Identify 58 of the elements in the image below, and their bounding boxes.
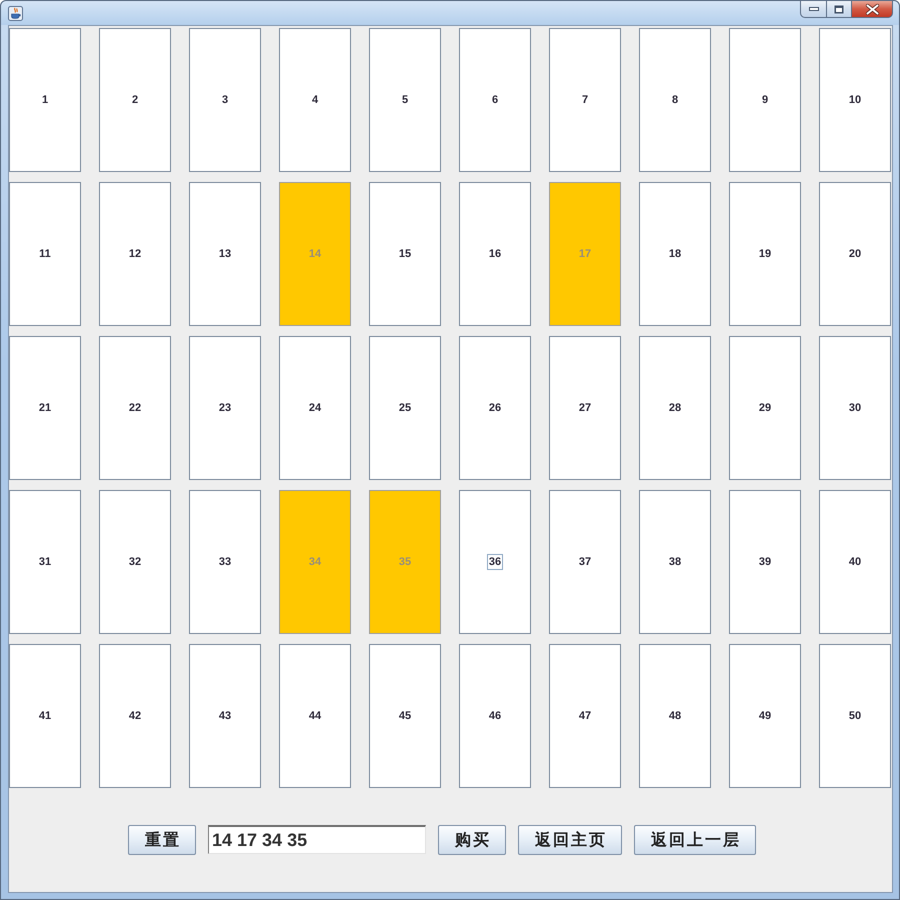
number-button[interactable]: 23 (189, 336, 261, 480)
number-button[interactable]: 3 (189, 28, 261, 172)
number-button[interactable]: 18 (639, 182, 711, 326)
number-button[interactable]: 37 (549, 490, 621, 634)
number-button[interactable]: 8 (639, 28, 711, 172)
number-button[interactable]: 1 (9, 28, 81, 172)
number-button[interactable]: 10 (819, 28, 891, 172)
number-button[interactable]: 24 (279, 336, 351, 480)
number-button[interactable]: 4 (279, 28, 351, 172)
number-button[interactable]: 28 (639, 336, 711, 480)
number-button[interactable]: 25 (369, 336, 441, 480)
number-button[interactable]: 46 (459, 644, 531, 788)
input-field[interactable]: 14 17 34 35 (208, 825, 426, 854)
number-button[interactable]: 13 (189, 182, 261, 326)
number-button[interactable]: 42 (99, 644, 171, 788)
number-button[interactable]: 31 (9, 490, 81, 634)
number-button[interactable]: 47 (549, 644, 621, 788)
number-button[interactable]: 32 (99, 490, 171, 634)
reset-button[interactable]: 重置 (128, 825, 196, 855)
number-button[interactable]: 33 (189, 490, 261, 634)
number-button[interactable]: 38 (639, 490, 711, 634)
number-button[interactable]: 7 (549, 28, 621, 172)
number-button[interactable]: 36 (459, 490, 531, 634)
number-button[interactable]: 12 (99, 182, 171, 326)
maximize-icon (834, 4, 844, 14)
minimize-icon (808, 7, 818, 11)
close-button[interactable] (851, 0, 893, 18)
number-button[interactable]: 39 (729, 490, 801, 634)
home-button[interactable]: 返回主页 (518, 825, 622, 855)
number-button[interactable]: 50 (819, 644, 891, 788)
number-button[interactable]: 41 (9, 644, 81, 788)
maximize-button[interactable] (826, 0, 851, 18)
cup-icon (8, 6, 23, 21)
number-button[interactable]: 45 (369, 644, 441, 788)
number-button[interactable]: 48 (639, 644, 711, 788)
number-button[interactable]: 49 (729, 644, 801, 788)
number-button[interactable]: 26 (459, 336, 531, 480)
number-button[interactable]: 9 (729, 28, 801, 172)
buy-button[interactable]: 购买 (438, 825, 506, 855)
number-button[interactable]: 15 (369, 182, 441, 326)
close-icon (866, 4, 878, 14)
number-button[interactable]: 22 (99, 336, 171, 480)
number-button[interactable]: 19 (729, 182, 801, 326)
number-button[interactable]: 21 (9, 336, 81, 480)
number-button[interactable]: 16 (459, 182, 531, 326)
number-button[interactable]: 44 (279, 644, 351, 788)
number-button[interactable]: 29 (729, 336, 801, 480)
number-button[interactable]: 20 (819, 182, 891, 326)
number-button[interactable]: 30 (819, 336, 891, 480)
number-button[interactable]: 43 (189, 644, 261, 788)
number-button[interactable]: 5 (369, 28, 441, 172)
number-button[interactable]: 6 (459, 28, 531, 172)
number-button[interactable]: 2 (99, 28, 171, 172)
number-button[interactable]: 27 (549, 336, 621, 480)
minimize-button[interactable] (800, 0, 826, 18)
number-button[interactable]: 40 (819, 490, 891, 634)
number-button[interactable]: 11 (9, 182, 81, 326)
back-button[interactable]: 返回上一层 (634, 825, 756, 855)
